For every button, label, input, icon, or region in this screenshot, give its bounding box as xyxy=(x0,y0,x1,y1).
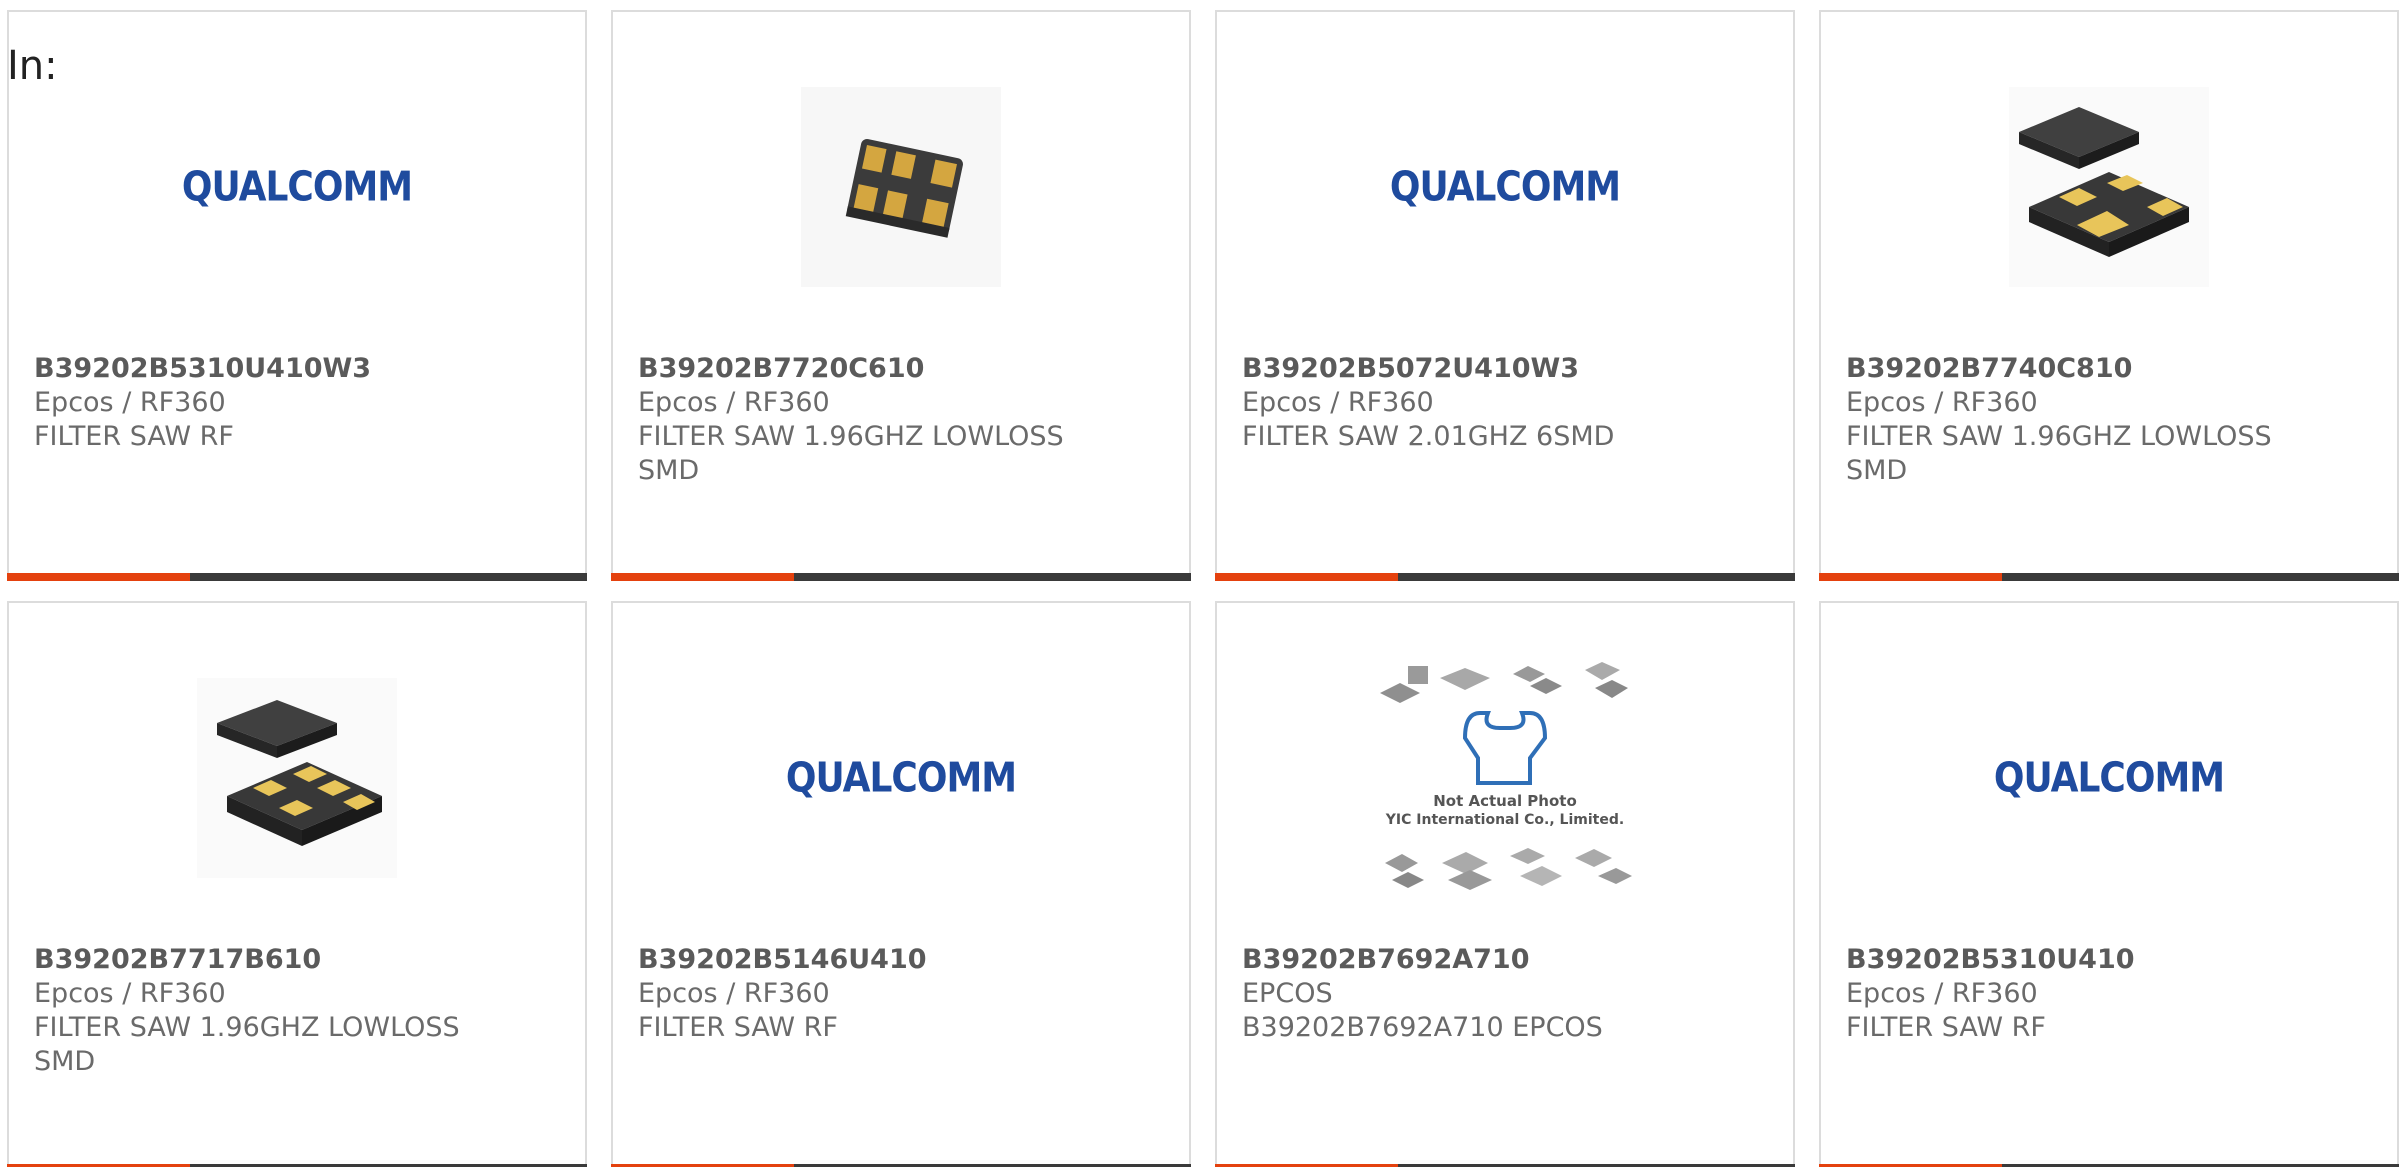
product-image[interactable] xyxy=(613,67,1189,307)
not-actual-photo-icon: Not Actual Photo YIC International Co., … xyxy=(1380,662,1632,890)
description: FILTER SAW 1.96GHZ LOWLOSS SMD xyxy=(1846,421,2272,486)
manufacturer: Epcos / RF360 xyxy=(1846,387,2038,418)
description: B39202B7692A710 EPCOS xyxy=(1242,1012,1603,1043)
part-number-link[interactable]: B39202B7717B610 xyxy=(34,943,560,977)
product-grid-page: In: QUALCOMM B39202B5310U410W3 Epcos / R… xyxy=(0,0,2400,1167)
product-image[interactable]: Not Actual Photo YIC International Co., … xyxy=(1217,658,1793,898)
card-bar-accent xyxy=(611,573,794,581)
product-card[interactable]: B39202B7720C610 Epcos / RF360 FILTER SAW… xyxy=(611,10,1191,581)
qualcomm-logo: QUALCOMM xyxy=(1993,754,2225,802)
product-card[interactable]: Not Actual Photo YIC International Co., … xyxy=(1215,601,1795,1167)
card-bottom-bar xyxy=(1819,573,2399,581)
product-card[interactable]: QUALCOMM B39202B5072U410W3 Epcos / RF360… xyxy=(1215,10,1795,581)
manufacturer: EPCOS xyxy=(1242,978,1333,1009)
product-image[interactable]: QUALCOMM xyxy=(9,67,585,307)
qualcomm-logo: QUALCOMM xyxy=(1389,163,1621,211)
description: FILTER SAW RF xyxy=(34,421,234,452)
description: FILTER SAW RF xyxy=(638,1012,838,1043)
part-number-link[interactable]: B39202B7692A710 xyxy=(1242,943,1768,977)
placeholder-line2: YIC International Co., Limited. xyxy=(1385,812,1624,828)
manufacturer: Epcos / RF360 xyxy=(638,387,830,418)
card-bottom-bar xyxy=(7,573,587,581)
manufacturer: Epcos / RF360 xyxy=(34,387,226,418)
card-bar-accent xyxy=(7,573,190,581)
product-card[interactable]: QUALCOMM B39202B5146U410 Epcos / RF360 F… xyxy=(611,601,1191,1167)
product-grid: QUALCOMM B39202B5310U410W3 Epcos / RF360… xyxy=(7,10,2400,1167)
manufacturer: Epcos / RF360 xyxy=(1242,387,1434,418)
part-number-link[interactable]: B39202B5310U410W3 xyxy=(34,352,560,386)
product-card[interactable]: B39202B7717B610 Epcos / RF360 FILTER SAW… xyxy=(7,601,587,1167)
card-bar-accent xyxy=(1215,573,1398,581)
product-image[interactable]: QUALCOMM xyxy=(1217,67,1793,307)
part-number-link[interactable]: B39202B7740C810 xyxy=(1846,352,2372,386)
smd-component-icon xyxy=(801,87,1001,287)
part-number-link[interactable]: B39202B5072U410W3 xyxy=(1242,352,1768,386)
part-number-link[interactable]: B39202B5146U410 xyxy=(638,943,1164,977)
description: FILTER SAW 1.96GHZ LOWLOSS SMD xyxy=(34,1012,460,1077)
product-image[interactable] xyxy=(9,658,585,898)
placeholder-line1: Not Actual Photo xyxy=(1433,792,1577,810)
product-image[interactable]: QUALCOMM xyxy=(1821,658,2397,898)
card-bar-accent xyxy=(1819,573,2002,581)
product-image[interactable] xyxy=(1821,67,2397,307)
description: FILTER SAW 1.96GHZ LOWLOSS SMD xyxy=(638,421,1064,486)
product-card[interactable]: B39202B7740C810 Epcos / RF360 FILTER SAW… xyxy=(1819,10,2399,581)
part-number-link[interactable]: B39202B5310U410 xyxy=(1846,943,2372,977)
qualcomm-logo: QUALCOMM xyxy=(181,163,413,211)
manufacturer: Epcos / RF360 xyxy=(638,978,830,1009)
manufacturer: Epcos / RF360 xyxy=(1846,978,2038,1009)
product-image[interactable]: QUALCOMM xyxy=(613,658,1189,898)
card-bottom-bar xyxy=(611,573,1191,581)
smd-component-icon xyxy=(2009,87,2209,287)
card-bottom-bar xyxy=(1215,573,1795,581)
product-card[interactable]: QUALCOMM B39202B5310U410 Epcos / RF360 F… xyxy=(1819,601,2399,1167)
description: FILTER SAW 2.01GHZ 6SMD xyxy=(1242,421,1615,452)
description: FILTER SAW RF xyxy=(1846,1012,2046,1043)
smd-component-icon xyxy=(197,678,397,878)
product-card[interactable]: QUALCOMM B39202B5310U410W3 Epcos / RF360… xyxy=(7,10,587,581)
in-label: In: xyxy=(7,43,58,89)
part-number-link[interactable]: B39202B7720C610 xyxy=(638,352,1164,386)
qualcomm-logo: QUALCOMM xyxy=(785,754,1017,802)
manufacturer: Epcos / RF360 xyxy=(34,978,226,1009)
